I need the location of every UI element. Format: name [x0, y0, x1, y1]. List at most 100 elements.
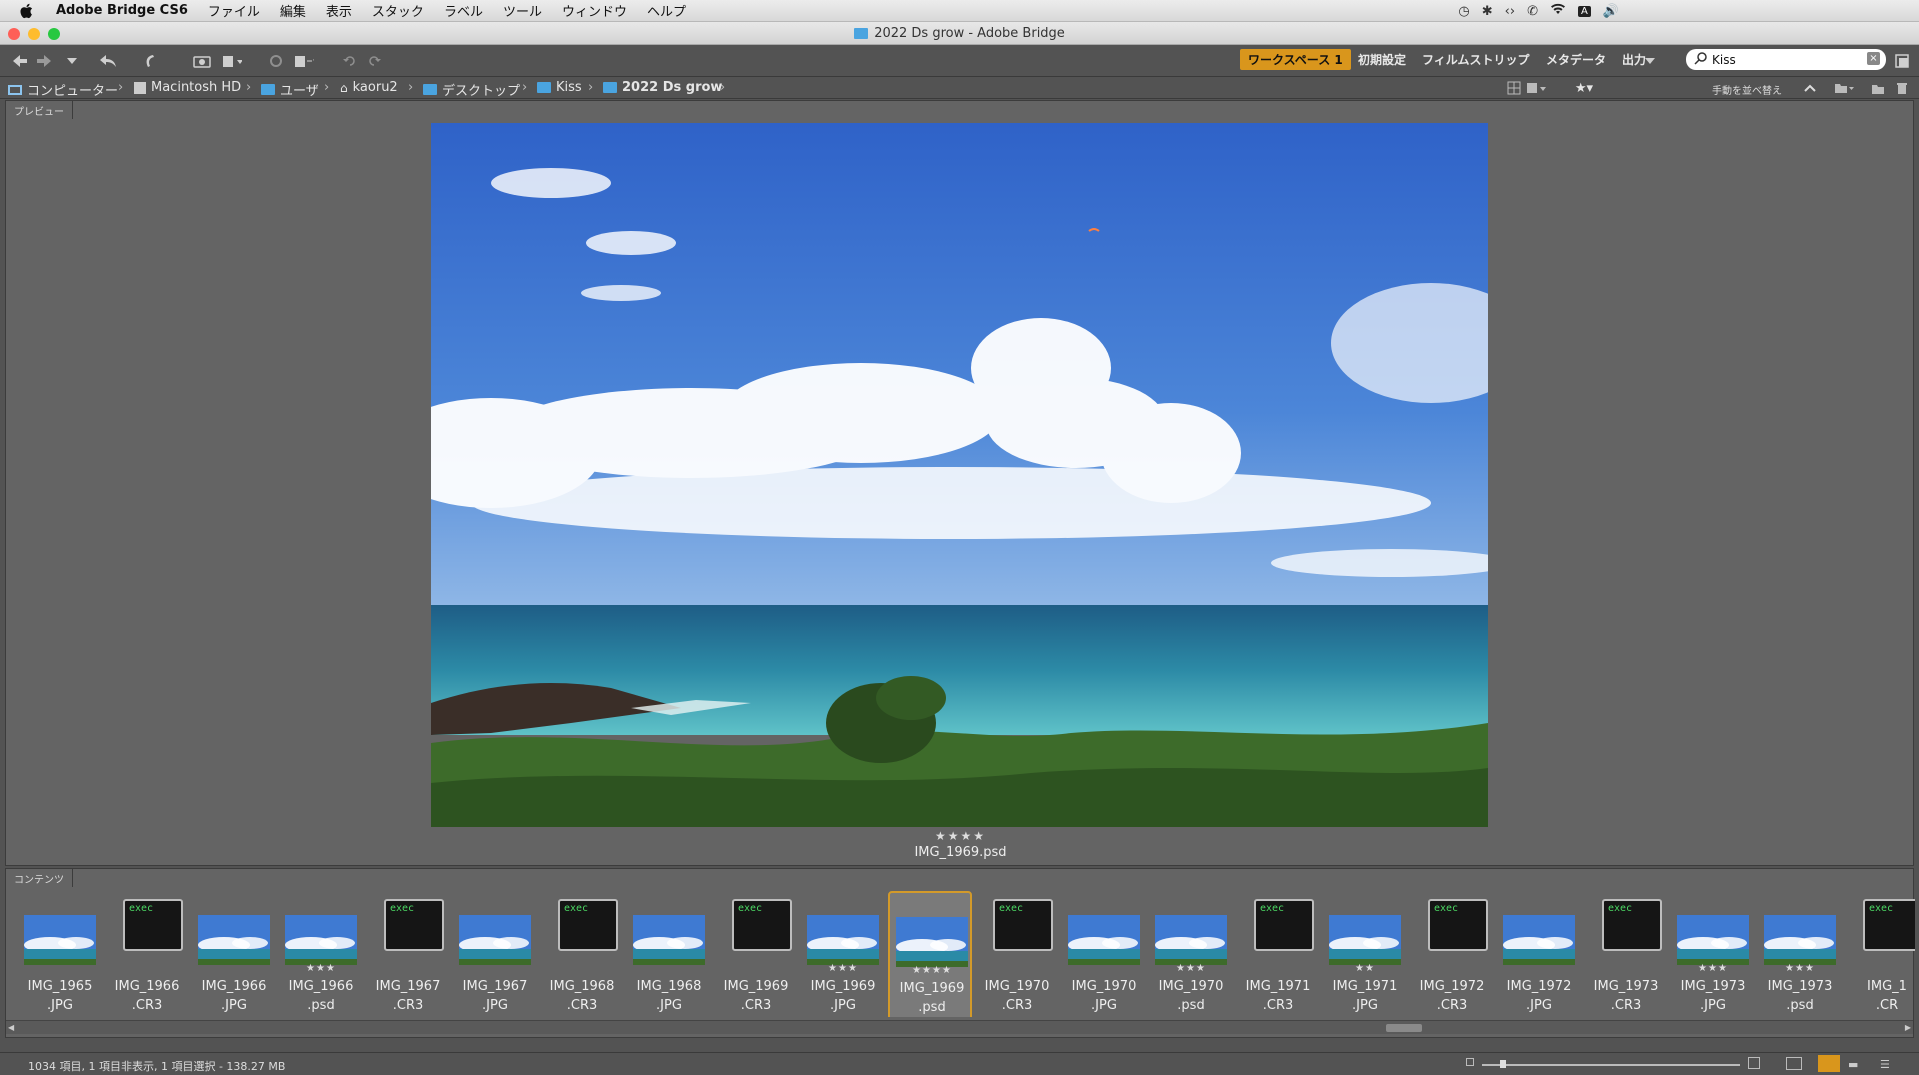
code-icon[interactable]: ‹›	[1505, 4, 1515, 19]
workspace-filmstrip-button[interactable]: フィルムストリップ	[1414, 49, 1538, 70]
thumbnail-rating-stars[interactable]: ★★★	[1671, 963, 1755, 974]
crumb-kiss[interactable]: Kiss	[537, 80, 582, 95]
filter-dropdown-icon[interactable]	[1526, 78, 1546, 98]
thumbnail-item[interactable]: ★★★ IMG_1973 .JPG	[1671, 891, 1755, 1017]
slider-handle[interactable]	[1500, 1060, 1506, 1068]
thumbnail-item[interactable]: exec IMG_1973 .CR3	[1584, 891, 1668, 1017]
preview-rating-stars[interactable]: ★★★★	[6, 829, 1915, 843]
open-recent-icon[interactable]	[294, 51, 314, 71]
workspace-metadata-button[interactable]: メタデータ	[1538, 49, 1614, 70]
thumbnail-item[interactable]: ★★★ IMG_1969 .JPG	[801, 891, 885, 1017]
thumbnail-rating-stars[interactable]: ★★★	[1758, 963, 1842, 974]
thumbnail-item[interactable]: exec IMG_1970 .CR3	[975, 891, 1059, 1017]
thumbnail-rating-stars[interactable]: ★★★	[1149, 963, 1233, 974]
small-thumb-icon[interactable]	[1466, 1058, 1474, 1066]
search-input[interactable]: Kiss	[1712, 53, 1736, 67]
menu-window[interactable]: ウィンドウ	[552, 1, 637, 20]
compact-mode-icon[interactable]	[1892, 51, 1912, 71]
rotate-left-icon[interactable]	[340, 51, 360, 71]
back-arrow-icon[interactable]	[10, 51, 30, 71]
thumbnail-item[interactable]: ★★ IMG_1971 .JPG	[1323, 891, 1407, 1017]
zoom-window-button[interactable]	[48, 28, 60, 40]
sort-ascending-icon[interactable]	[1800, 78, 1820, 98]
thumbnail-rating-stars[interactable]: ★★★	[279, 963, 363, 974]
thumbnail-item[interactable]: ★★★★ IMG_1969 .psd	[888, 891, 972, 1017]
large-thumb-icon[interactable]	[1748, 1057, 1760, 1069]
menu-edit[interactable]: 編集	[270, 1, 316, 20]
app-menu[interactable]: Adobe Bridge CS6	[48, 3, 198, 18]
trash-icon[interactable]	[1892, 78, 1912, 98]
thumbnail-item[interactable]: ★★★ IMG_1966 .psd	[279, 891, 363, 1017]
input-source-icon[interactable]: A	[1577, 5, 1591, 17]
menu-view[interactable]: 表示	[316, 1, 362, 20]
new-folder-icon[interactable]	[1868, 78, 1888, 98]
horizontal-scrollbar[interactable]: ◀ ▶	[6, 1020, 1913, 1034]
thumbnail-item[interactable]: IMG_1968 .JPG	[627, 891, 711, 1017]
thumbnail-item[interactable]: exec IMG_1968 .CR3	[540, 891, 624, 1017]
thumbnail-item[interactable]: exec IMG_1967 .CR3	[366, 891, 450, 1017]
menu-stack[interactable]: スタック	[362, 1, 434, 20]
apple-icon[interactable]	[18, 2, 36, 20]
minimize-window-button[interactable]	[28, 28, 40, 40]
preview-image[interactable]	[431, 123, 1488, 827]
return-icon[interactable]	[98, 51, 118, 71]
volume-icon[interactable]: 🔊	[1603, 4, 1619, 19]
crumb-kaoru2[interactable]: ⌂ kaoru2	[340, 80, 398, 95]
workspace-essentials-button[interactable]: 初期設定	[1350, 49, 1414, 70]
menu-label[interactable]: ラベル	[434, 1, 493, 20]
workspace-dropdown-icon[interactable]	[1640, 51, 1660, 71]
view-thumbnails-button[interactable]	[1818, 1055, 1840, 1072]
bluetooth-icon[interactable]: ✱	[1482, 4, 1493, 19]
crumb-computer[interactable]: コンピューター	[8, 80, 118, 99]
phone-icon[interactable]: ✆	[1527, 4, 1538, 19]
thumbnail-item[interactable]: IMG_1966 .JPG	[192, 891, 276, 1017]
recent-dropdown-icon[interactable]	[62, 51, 82, 71]
content-tab[interactable]: コンテンツ	[6, 869, 73, 887]
grid-lock-icon[interactable]	[1786, 1057, 1802, 1070]
thumbnail-rating-stars[interactable]: ★★	[1323, 963, 1407, 974]
workspace-1-button[interactable]: ワークスペース 1	[1240, 49, 1351, 70]
forward-arrow-icon[interactable]	[34, 51, 54, 71]
quality-grid-icon[interactable]	[1504, 78, 1524, 98]
star-filter-icon[interactable]: ★▾	[1574, 78, 1594, 98]
refine-icon[interactable]	[222, 51, 242, 71]
scroll-right-icon[interactable]: ▶	[1905, 1023, 1911, 1032]
crumb-users[interactable]: ユーザ	[261, 80, 319, 99]
menu-file[interactable]: ファイル	[198, 1, 270, 20]
thumbnail-item[interactable]: exec IMG_1971 .CR3	[1236, 891, 1320, 1017]
thumbnail-item[interactable]: IMG_1972 .JPG	[1497, 891, 1581, 1017]
thumbnail-rating-stars[interactable]: ★★★★	[890, 965, 974, 976]
open-folder-icon[interactable]	[1834, 78, 1854, 98]
crumb-macintosh-hd[interactable]: Macintosh HD	[134, 80, 241, 95]
rotate-circle-icon[interactable]	[266, 51, 286, 71]
thumbnail-size-slider[interactable]	[1482, 1064, 1740, 1066]
thumbnail-item[interactable]: ★★★ IMG_1973 .psd	[1758, 891, 1842, 1017]
rotate-right-icon[interactable]	[364, 51, 384, 71]
clear-search-icon[interactable]: ×	[1867, 52, 1880, 65]
search-field[interactable]: Kiss ×	[1686, 49, 1886, 70]
boomerang-icon[interactable]	[140, 51, 160, 71]
thumbnail-item[interactable]: ★★★ IMG_1970 .psd	[1149, 891, 1233, 1017]
view-details-button[interactable]: ▬	[1848, 1058, 1858, 1071]
thumbnail-item[interactable]: exec IMG_1969 .CR3	[714, 891, 798, 1017]
crumb-desktop[interactable]: デスクトップ	[423, 80, 520, 99]
thumbnail-item[interactable]: IMG_1970 .JPG	[1062, 891, 1146, 1017]
crumb-2022-ds-grow[interactable]: 2022 Ds grow	[603, 80, 722, 95]
scrollbar-thumb[interactable]	[1386, 1024, 1422, 1032]
menu-help[interactable]: ヘルプ	[637, 1, 696, 20]
thumbnail-item[interactable]: IMG_1965 .JPG	[18, 891, 102, 1017]
menu-tools[interactable]: ツール	[493, 1, 552, 20]
sort-dropdown[interactable]: 手動を並べ替え	[1712, 82, 1782, 97]
thumbnail-item[interactable]: exec IMG_1966 .CR3	[105, 891, 189, 1017]
thumbnail-item[interactable]: IMG_1967 .JPG	[453, 891, 537, 1017]
scroll-left-icon[interactable]: ◀	[8, 1023, 14, 1032]
wifi-icon[interactable]	[1550, 3, 1566, 19]
camera-import-icon[interactable]	[192, 51, 212, 71]
view-list-button[interactable]: ☰	[1880, 1058, 1890, 1071]
thumbnail-item[interactable]: exec IMG_1972 .CR3	[1410, 891, 1494, 1017]
thumbnail-item[interactable]: exec IMG_1 .CR	[1845, 891, 1915, 1017]
close-window-button[interactable]	[8, 28, 20, 40]
preview-tab[interactable]: プレビュー	[6, 101, 73, 119]
thumbnail-rating-stars[interactable]: ★★★	[801, 963, 885, 974]
time-machine-icon[interactable]: ◷	[1458, 4, 1469, 19]
